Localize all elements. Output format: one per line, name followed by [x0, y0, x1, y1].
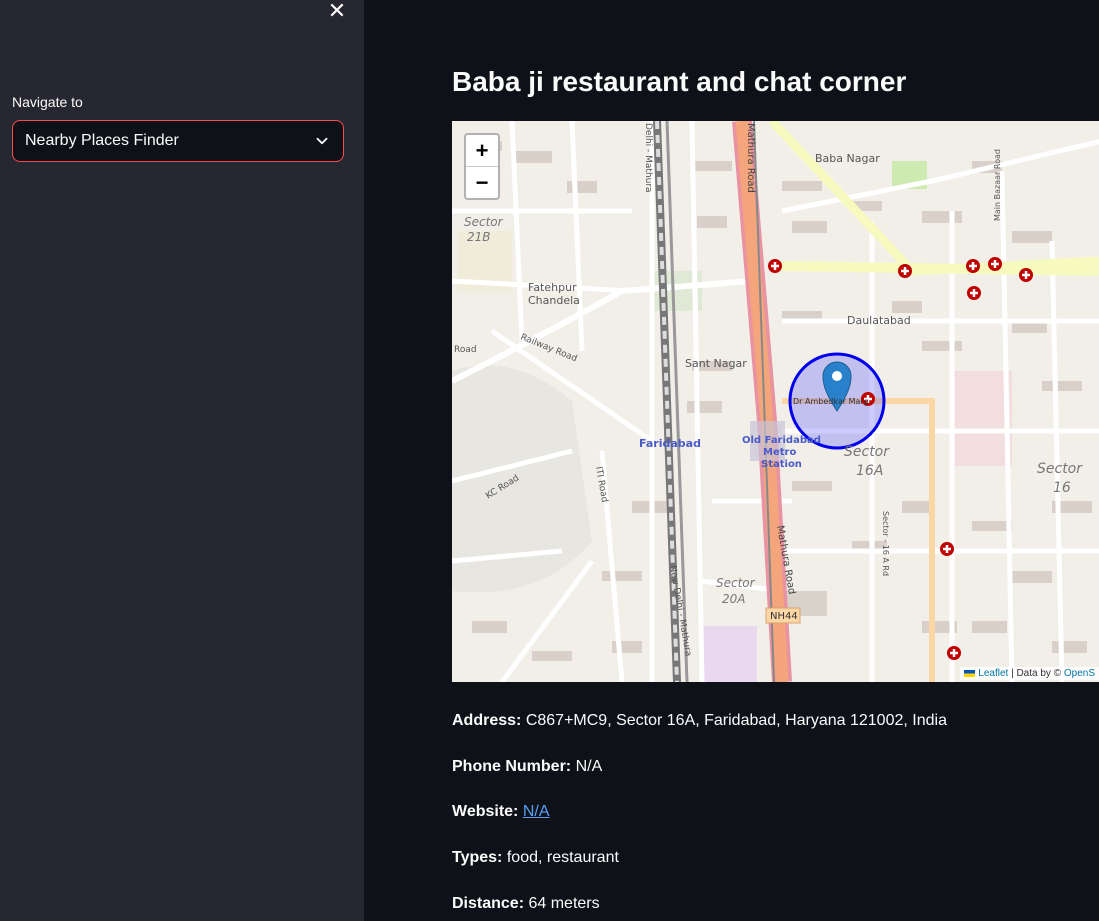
svg-text:Sant Nagar: Sant Nagar [685, 357, 747, 370]
svg-text:16: 16 [1053, 480, 1071, 496]
close-icon[interactable]: ✕ [326, 0, 348, 22]
svg-text:20A: 20A [722, 592, 745, 606]
navigation-select-value: Nearby Places Finder [25, 132, 179, 149]
zoom-in-button[interactable]: + [466, 135, 498, 166]
types-value: food, restaurant [506, 849, 619, 866]
label-baba-nagar: Baba Nagar [815, 152, 880, 165]
phone-label: Phone Number: [452, 758, 572, 775]
svg-text:Sector: Sector [1037, 461, 1083, 477]
svg-text:Daulatabad: Daulatabad [847, 314, 911, 327]
svg-text:Sector - 16 A Rd: Sector - 16 A Rd [881, 511, 890, 576]
map[interactable]: Baba Nagar Sector 21B Fatehpur Chandela … [452, 121, 1099, 682]
website-row: Website: N/A [452, 803, 550, 821]
attribution-text: | Data by © [1011, 668, 1062, 679]
svg-text:21B: 21B [467, 230, 491, 244]
phone-value: N/A [575, 758, 603, 775]
svg-text:Delhi - Mathura: Delhi - Mathura [643, 123, 653, 193]
website-label: Website: [452, 803, 519, 820]
navigation-select[interactable]: Nearby Places Finder [12, 120, 344, 162]
osm-link[interactable]: OpenS [1064, 668, 1095, 679]
svg-text:Mathura Road: Mathura Road [745, 123, 756, 193]
types-label: Types: [452, 849, 503, 866]
svg-text:Faridabad: Faridabad [639, 437, 701, 450]
address-value: C867+MC9, Sector 16A, Faridabad, Haryana… [525, 712, 947, 729]
svg-text:Metro: Metro [763, 447, 796, 458]
distance-row: Distance: 64 meters [452, 895, 600, 913]
svg-text:Old Faridabad: Old Faridabad [742, 435, 821, 446]
svg-text:Station: Station [761, 459, 802, 470]
leaflet-link[interactable]: Leaflet [978, 668, 1008, 679]
flag-icon [964, 669, 976, 677]
nav-label: Navigate to [12, 94, 83, 110]
svg-text:Sector: Sector [464, 215, 504, 229]
zoom-out-button[interactable]: − [466, 166, 498, 198]
phone-row: Phone Number: N/A [452, 758, 602, 776]
svg-text:Main Bazaar Road: Main Bazaar Road [993, 149, 1002, 221]
page-title: Baba ji restaurant and chat corner [452, 66, 907, 97]
address-row: Address: C867+MC9, Sector 16A, Faridabad… [452, 712, 947, 730]
svg-text:Chandela: Chandela [528, 294, 580, 307]
types-row: Types: food, restaurant [452, 849, 619, 867]
svg-text:16A: 16A [856, 463, 883, 479]
distance-value: 64 meters [528, 895, 600, 912]
svg-text:Dr Ambedkar Marg: Dr Ambedkar Marg [793, 397, 869, 406]
map-tiles: Baba Nagar Sector 21B Fatehpur Chandela … [452, 121, 1099, 682]
distance-label: Distance: [452, 895, 525, 912]
svg-text:Road: Road [454, 345, 477, 355]
svg-text:NH44: NH44 [770, 611, 798, 622]
map-attribution: Leaflet | Data by © OpenS [960, 667, 1099, 680]
svg-text:Sector: Sector [844, 444, 890, 460]
website-link[interactable]: N/A [523, 803, 550, 820]
sidebar: ✕ Navigate to Nearby Places Finder [0, 0, 364, 921]
address-label: Address: [452, 712, 522, 729]
zoom-control: + − [464, 133, 500, 200]
svg-text:Fatehpur: Fatehpur [528, 281, 577, 294]
chevron-down-icon [316, 137, 328, 145]
main-content: Baba ji restaurant and chat corner Baba … [364, 0, 1099, 921]
svg-text:Sector: Sector [716, 576, 756, 590]
